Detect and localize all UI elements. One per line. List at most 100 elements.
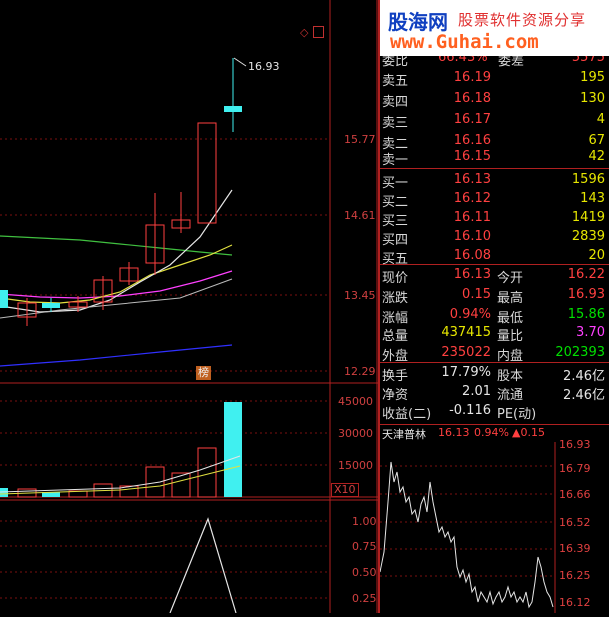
quote-stats: 现价 16.13 今开 16.22 涨跌 0.15 最高 16.93 涨幅 0.… xyxy=(380,265,609,424)
ask-row[interactable]: 卖二 16.16 67 xyxy=(380,131,609,152)
ask-label: 卖三 xyxy=(382,116,409,131)
ask-label: 卖一 xyxy=(382,153,409,168)
ask-row[interactable]: 卖四 16.18 130 xyxy=(380,89,609,110)
expand-icon[interactable] xyxy=(313,26,324,38)
wei-bi-value: 66.43% xyxy=(438,56,488,65)
stat-label: 今开 xyxy=(497,271,524,286)
bid-row[interactable]: 买一 16.13 1596 xyxy=(380,170,609,191)
ask-label: 卖五 xyxy=(382,74,409,89)
mini-percent: 0.94% xyxy=(474,426,509,439)
mini-tick: 16.12 xyxy=(559,596,591,609)
stat-label: 最高 xyxy=(497,291,524,306)
bid-volume: 2839 xyxy=(571,229,605,244)
bid-price: 16.12 xyxy=(453,191,491,206)
rank-badge[interactable]: 榜 xyxy=(196,366,211,380)
candlesticks xyxy=(0,58,242,326)
stat-label: 涨幅 xyxy=(382,311,409,326)
candle xyxy=(197,122,217,224)
stat-label: 内盘 xyxy=(497,349,524,364)
wei-bi-label: 委比 xyxy=(382,56,409,68)
kline-chart-area[interactable]: 16.93 15.77 14.61 13.45 12.29 45000 3000… xyxy=(0,0,378,614)
price-tick: 13.45 xyxy=(344,289,376,302)
mini-price-line xyxy=(379,461,554,609)
mini-tick: 16.25 xyxy=(559,569,591,582)
bid-row[interactable]: 买四 16.10 2839 xyxy=(380,227,609,248)
bid-price: 16.11 xyxy=(453,210,491,225)
price-gridlines xyxy=(0,138,330,599)
indicator-tick: 0.75 xyxy=(352,540,377,553)
peak-label: 16.93 xyxy=(248,60,280,73)
mini-tick: 16.79 xyxy=(559,462,591,475)
bid-volume: 1419 xyxy=(571,210,605,225)
indicator-tick: 0.25 xyxy=(352,592,377,605)
wei-cha-label: 委差 xyxy=(498,56,525,68)
change-value: 0.15 xyxy=(462,287,491,302)
candle xyxy=(42,303,60,308)
volume-bar xyxy=(171,472,191,498)
ask-row[interactable]: 卖一 16.15 42 xyxy=(380,149,609,168)
orderbook-top-row: 委比 66.43% 委差 5575 xyxy=(380,56,609,68)
bid-volume: 143 xyxy=(580,191,605,206)
mini-intraday-chart[interactable]: 16.93 16.79 16.66 16.52 16.39 16.25 16.1… xyxy=(379,438,609,613)
high-price: 16.93 xyxy=(567,287,605,302)
mini-tick: 16.39 xyxy=(559,542,591,555)
float-shares: 2.46亿 xyxy=(563,388,605,403)
stat-label: 总量 xyxy=(382,329,409,344)
stat-label: 外盘 xyxy=(382,349,409,364)
stat-label: 股本 xyxy=(497,369,524,384)
stat-label: 涨跌 xyxy=(382,291,409,306)
volume-tick: 45000 xyxy=(338,395,373,408)
ask-volume: 130 xyxy=(580,91,605,106)
ma-grey-line xyxy=(0,278,233,319)
indicator-line xyxy=(169,517,237,614)
ask-volume: 4 xyxy=(596,112,605,127)
mini-tick: 16.93 xyxy=(559,438,591,451)
ask-volume: 42 xyxy=(588,149,605,164)
bid-row[interactable]: 买二 16.12 143 xyxy=(380,189,609,210)
price-tick: 12.29 xyxy=(344,365,376,378)
indicator-tick: 0.50 xyxy=(352,566,377,579)
diamond-icon[interactable]: ◇ xyxy=(300,26,308,39)
turnover: 17.79% xyxy=(441,365,491,380)
stat-label: 现价 xyxy=(382,271,409,286)
volume-tick: 30000 xyxy=(338,427,373,440)
volume-bar xyxy=(0,488,8,497)
volume-ratio: 3.70 xyxy=(576,325,605,340)
ask-row[interactable]: 卖五 16.19 195 xyxy=(380,68,609,89)
stat-label: PE(动) xyxy=(497,407,537,422)
bid-row[interactable]: 买五 16.08 20 xyxy=(380,246,609,267)
bid-volume: 20 xyxy=(588,248,605,263)
ma-blue-line xyxy=(0,344,233,367)
inner-volume: 202393 xyxy=(555,345,605,360)
bid-price: 16.10 xyxy=(453,229,491,244)
bid-row[interactable]: 买三 16.11 1419 xyxy=(380,208,609,229)
ask-row[interactable]: 卖三 16.17 4 xyxy=(380,110,609,131)
ask-label: 卖四 xyxy=(382,95,409,110)
stat-label: 最低 xyxy=(497,311,524,326)
open-price: 16.22 xyxy=(567,267,605,282)
volume-tick: 15000 xyxy=(338,459,373,472)
ask-price: 16.19 xyxy=(453,70,491,85)
ma-yellow-line xyxy=(0,244,233,304)
watermark: 股海网 股票软件资源分享 www.Guhai.com xyxy=(380,0,609,56)
panel-border-left xyxy=(378,0,380,613)
wei-cha-value: 5575 xyxy=(571,56,605,65)
total-volume: 437415 xyxy=(441,325,491,340)
watermark-tagline: 股票软件资源分享 xyxy=(458,11,587,29)
mini-change: ▲0.15 xyxy=(512,426,545,439)
volume-bar xyxy=(224,402,242,497)
net-assets: 2.01 xyxy=(462,384,491,399)
stat-label: 流通 xyxy=(497,388,524,403)
volume-bars xyxy=(0,402,242,498)
kline-chart: 16.93 15.77 14.61 13.45 12.29 45000 3000… xyxy=(0,0,378,614)
volume-multiplier: X10 xyxy=(331,483,359,497)
peak-pointer xyxy=(233,57,247,67)
mini-price: 16.13 xyxy=(438,426,470,439)
price-tick: 15.77 xyxy=(344,133,376,146)
sep-line xyxy=(380,168,609,169)
ask-price: 16.15 xyxy=(453,149,491,164)
bid-price: 16.13 xyxy=(453,172,491,187)
price-tick: 14.61 xyxy=(344,209,376,222)
bid-price: 16.08 xyxy=(453,248,491,263)
mini-tick: 16.66 xyxy=(559,488,591,501)
